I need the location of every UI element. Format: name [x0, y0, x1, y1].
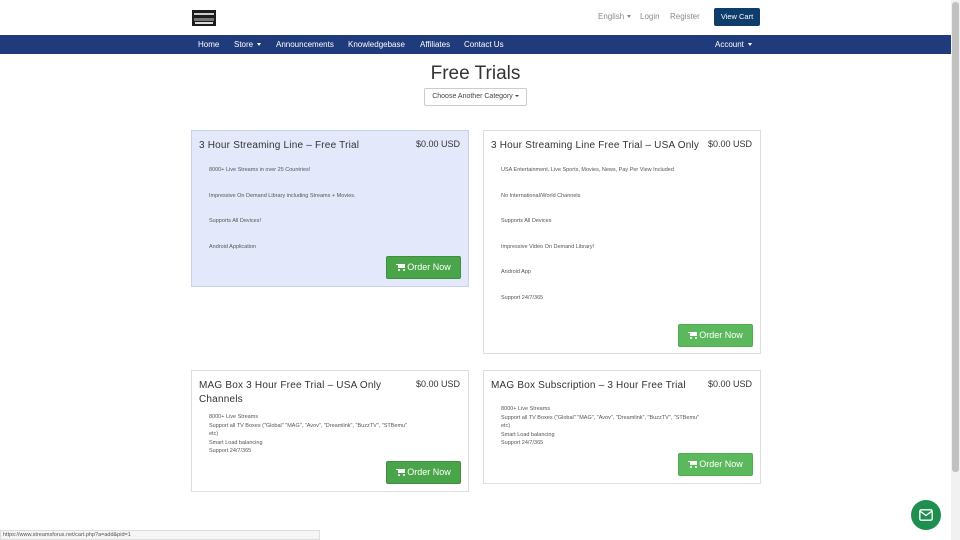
product-feature: 8000+ Live Streams — [501, 406, 551, 412]
nav-item-account[interactable]: Account — [715, 35, 752, 54]
product-feature: Impressive Video On Demand Library! — [501, 244, 595, 250]
product-card: MAG Box Subscription – 3 Hour Free Trial… — [483, 370, 761, 484]
nav-item-affiliates[interactable]: Affiliates — [420, 35, 450, 54]
product-feature: Smart Load balancing — [209, 439, 263, 446]
register-link[interactable]: Register — [670, 12, 700, 21]
product-feature: Support 24/7/365 — [501, 295, 544, 301]
order-now-button[interactable]: Order Now — [386, 461, 461, 484]
site-logo[interactable] — [192, 10, 216, 26]
product-feature: Supports All Devices! — [209, 218, 261, 224]
product-title: MAG Box Subscription – 3 Hour Free Trial — [491, 380, 686, 391]
order-now-label: Order Now — [699, 330, 743, 340]
product-feature: Smart Load balancing — [501, 431, 555, 438]
product-feature: USA Entertainment, Live Sports, Movies, … — [501, 167, 674, 173]
product-card: MAG Box 3 Hour Free Trial – USA Only Chan… — [191, 370, 469, 492]
chat-button[interactable] — [911, 500, 941, 530]
product-price: $0.00 USD — [415, 379, 460, 389]
nav-item-home[interactable]: Home — [198, 35, 219, 54]
product-feature: 8000+ Live Streams — [209, 414, 259, 420]
category-dropdown[interactable]: Choose Another Category — [424, 88, 527, 106]
nav-item-knowledgebase[interactable]: Knowledgebase — [348, 35, 405, 54]
chevron-down-icon — [627, 15, 632, 19]
order-now-button[interactable]: Order Now — [678, 453, 753, 476]
product-feature-list: 8000+ Live Streams Support all TV Boxes … — [209, 413, 407, 456]
product-feature: 8000+ Live Streams in over 25 Countries! — [209, 167, 311, 173]
nav-item-store[interactable]: Store — [234, 35, 262, 54]
chevron-down-icon — [514, 95, 519, 98]
view-cart-button[interactable]: View Cart — [714, 8, 760, 26]
login-link[interactable]: Login — [640, 12, 660, 21]
order-now-label: Order Now — [699, 459, 743, 469]
product-price: $0.00 USD — [707, 139, 752, 149]
shopping-cart-icon — [396, 469, 406, 476]
product-title: 3 Hour Streaming Line Free Trial – USA O… — [491, 140, 700, 151]
main-nav: Home Store Announcements Knowledgebase A… — [0, 35, 951, 54]
shopping-cart-icon — [688, 332, 698, 339]
product-price: $0.00 USD — [707, 379, 752, 389]
product-feature: Android App — [501, 269, 531, 275]
nav-item-account-label: Account — [715, 40, 744, 49]
chevron-down-icon — [257, 43, 262, 47]
product-title-line: MAG Box 3 Hour Free Trial – USA Only — [199, 380, 382, 391]
product-title: 3 Hour Streaming Line – Free Trial — [199, 140, 360, 151]
nav-item-contact[interactable]: Contact Us — [464, 35, 504, 54]
product-card: 3 Hour Streaming Line Free Trial – USA O… — [483, 130, 761, 354]
top-header: English Login Register View Cart — [0, 0, 951, 35]
product-feature: Android Application — [209, 244, 257, 250]
product-feature: etc) — [209, 431, 219, 437]
product-feature-list: 8000+ Live Streams Support all TV Boxes … — [501, 405, 699, 448]
product-feature: Support 24/7/365 — [501, 440, 544, 446]
category-dropdown-label: Choose Another Category — [432, 93, 513, 100]
envelope-icon — [919, 509, 933, 521]
scrollbar-thumb[interactable] — [952, 2, 959, 472]
page-scrollbar[interactable] — [951, 0, 960, 540]
product-title-line: Channels — [199, 394, 243, 405]
nav-item-announcements[interactable]: Announcements — [276, 35, 334, 54]
language-selector[interactable]: English — [598, 12, 632, 21]
language-label: English — [598, 12, 625, 21]
product-feature: Support all TV Boxes ("Global" "MAG", "A… — [501, 414, 700, 421]
order-now-button[interactable]: Order Now — [386, 256, 461, 279]
shopping-cart-icon — [688, 461, 698, 468]
page-title: Free Trials — [430, 63, 521, 84]
product-feature: Supports All Devices — [501, 218, 552, 224]
product-feature: Support 24/7/365 — [209, 448, 252, 454]
product-feature: Impressive On Demand Library including S… — [209, 193, 356, 199]
shopping-cart-icon — [396, 264, 406, 271]
product-title: MAG Box 3 Hour Free Trial – USA Only Chan… — [199, 379, 381, 407]
product-card: 3 Hour Streaming Line – Free Trial $0.00… — [191, 130, 469, 287]
product-feature: Support all TV Boxes ("Global" "MAG", "A… — [209, 422, 408, 429]
product-price: $0.00 USD — [415, 139, 460, 149]
order-now-label: Order Now — [407, 262, 451, 272]
nav-item-store-label: Store — [234, 40, 254, 49]
product-feature: No International/World Channels — [501, 193, 581, 199]
browser-status-url: https://www.streamsforus.net/cart.php?a=… — [0, 530, 320, 540]
order-now-label: Order Now — [407, 467, 451, 477]
order-now-button[interactable]: Order Now — [678, 324, 753, 347]
product-feature: etc) — [501, 423, 511, 429]
chevron-down-icon — [747, 43, 752, 47]
